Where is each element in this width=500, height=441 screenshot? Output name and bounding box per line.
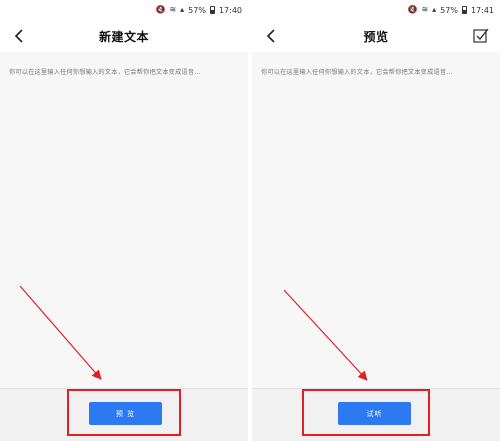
clock: 17:40 [218,5,242,15]
app-bar: 预览 [252,20,500,52]
text-input-area[interactable]: 你可以在这里输入任何你想输入的文本，它会帮你把文本变成语音... [0,52,248,388]
battery-icon [209,6,215,14]
bottom-bar: 试听 [252,388,500,441]
bottom-bar: 预 览 [0,388,248,441]
text-preview-area: 你可以在这里输入任何你想输入的文本，它会帮你把文本变成语音... [252,52,500,388]
right-screen: 🔇 ≋ ▴ 57% 17:41 预览 你可以在这里输入任何你想输入的文本，它会帮… [252,0,500,441]
status-bar: 🔇 ≋ ▴ 57% 17:41 [252,0,500,20]
wifi-icon: ≋ [169,5,177,14]
battery-percent: 57% [440,5,458,15]
preview-text: 你可以在这里输入任何你想输入的文本，它会帮你把文本变成语音... [261,69,453,76]
text-placeholder: 你可以在这里输入任何你想输入的文本，它会帮你把文本变成语音... [9,69,201,76]
preview-button[interactable]: 预 览 [89,402,162,425]
chevron-left-icon[interactable] [264,28,280,44]
screenshot-root: 🔇 ≋ ▴ 57% 17:40 新建文本 你可以在这里输入任何你想输入的文本，它… [0,0,500,441]
page-title: 新建文本 [98,29,149,44]
signal-icon: ▴ [432,5,437,14]
app-bar: 新建文本 [0,20,248,52]
clock: 17:41 [470,5,494,15]
status-bar: 🔇 ≋ ▴ 57% 17:40 [0,0,248,20]
page-title: 预览 [363,29,389,44]
signal-icon: ▴ [180,5,185,14]
wifi-icon: ≋ [421,5,429,14]
chevron-left-icon[interactable] [12,28,28,44]
battery-percent: 57% [188,5,206,15]
mute-icon: 🔇 [155,5,166,14]
left-screen: 🔇 ≋ ▴ 57% 17:40 新建文本 你可以在这里输入任何你想输入的文本，它… [0,0,248,441]
listen-button[interactable]: 试听 [338,402,411,425]
battery-icon [461,6,467,14]
checkbox-check-icon[interactable] [472,27,490,45]
mute-icon: 🔇 [407,5,418,14]
